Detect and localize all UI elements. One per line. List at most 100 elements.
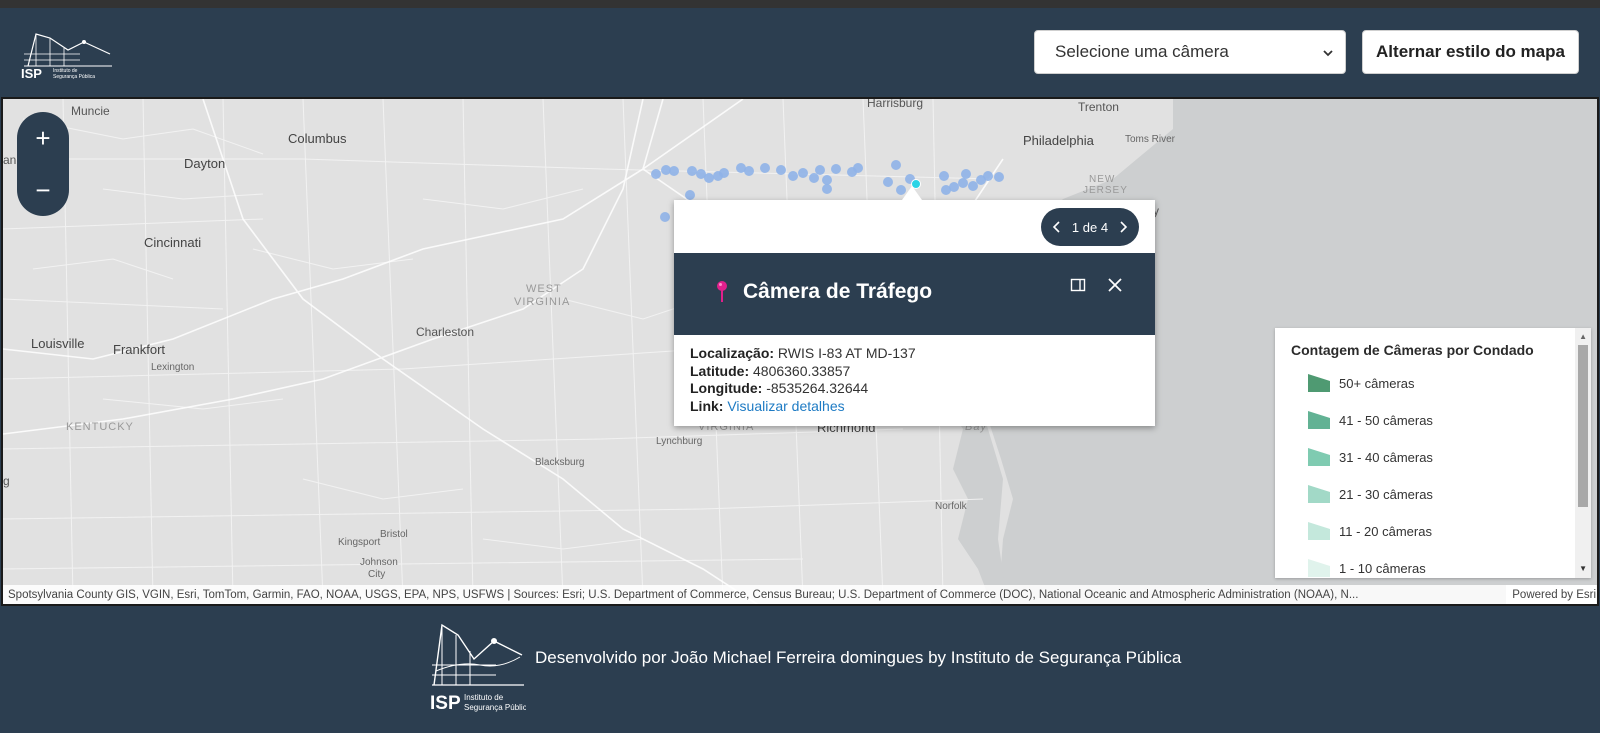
map-label-charleston: Charleston: [416, 325, 475, 339]
camera-point[interactable]: [939, 171, 949, 181]
camera-point[interactable]: [958, 178, 968, 188]
toggle-map-style-button[interactable]: Alternar estilo do mapa: [1362, 30, 1579, 74]
map-label-louisville: Louisville: [31, 336, 85, 351]
map-label-harrisburg: Harrisburg: [867, 97, 924, 110]
isp-logo: ISP Instituto de Segurança Pública: [21, 33, 112, 80]
camera-point[interactable]: [776, 165, 786, 175]
legend-item: 31 - 40 câmeras: [1307, 446, 1433, 468]
map-label-lexington: Lexington: [151, 362, 195, 373]
camera-point[interactable]: [822, 184, 832, 194]
legend-swatch: [1308, 448, 1330, 466]
camera-point[interactable]: [651, 169, 661, 179]
zoom-control: + −: [17, 112, 69, 216]
map-label-trenton: Trenton: [1078, 100, 1119, 114]
map-label-bristol: Bristol: [380, 529, 408, 540]
camera-point[interactable]: [719, 168, 729, 178]
legend-item: 11 - 20 câmeras: [1307, 520, 1432, 542]
legend-item: 41 - 50 câmeras: [1307, 409, 1433, 431]
footer-logo-abbr: ISP: [430, 693, 461, 713]
legend-scrollbar[interactable]: ▲ ▼: [1575, 328, 1591, 578]
location-label: Localização:: [690, 345, 775, 361]
popup-field-latitude: Latitude: 4806360.33857: [690, 363, 916, 381]
map-label-edge-an: an: [3, 153, 17, 167]
map-label-west-virginia-1: WEST: [526, 283, 562, 295]
dock-icon[interactable]: [1070, 277, 1086, 293]
camera-point[interactable]: [760, 163, 770, 173]
camera-point[interactable]: [744, 166, 754, 176]
logo-abbr: ISP: [21, 66, 42, 80]
camera-popup: 1 de 4 Câmera de Tráfego Localização: RW…: [674, 186, 1155, 426]
map-label-philadelphia: Philadelphia: [1023, 133, 1094, 148]
popup-field-link: Link: Visualizar detalhes: [690, 398, 916, 416]
footer-isp-logo: ISP Instituto de Segurança Pública: [430, 623, 526, 713]
attribution-text: Spotsylvania County GIS, VGIN, Esri, Tom…: [8, 589, 1359, 601]
camera-point[interactable]: [961, 169, 971, 179]
longitude-value: -8535264.32644: [766, 380, 869, 396]
legend-item: 50+ câmeras: [1307, 372, 1415, 394]
popup-pager: 1 de 4: [1041, 208, 1139, 246]
map-label-new-jersey-1: NEW: [1089, 174, 1116, 185]
camera-point[interactable]: [815, 165, 825, 175]
camera-select-value: Selecione uma câmera: [1055, 42, 1229, 61]
popup-field-longitude: Longitude: -8535264.32644: [690, 380, 916, 398]
scroll-down-icon[interactable]: ▼: [1579, 564, 1587, 573]
chevron-down-icon: [1323, 50, 1333, 57]
powered-by-esri[interactable]: Powered by Esri: [1506, 585, 1596, 604]
legend-swatch: [1308, 374, 1330, 392]
legend-panel: Contagem de Câmeras por Condado 50+ câme…: [1275, 328, 1591, 578]
link-label: Link:: [690, 397, 724, 414]
scroll-up-icon[interactable]: ▲: [1579, 332, 1587, 341]
camera-point[interactable]: [798, 168, 808, 178]
camera-point[interactable]: [660, 212, 670, 222]
popup-body: Localização: RWIS I-83 AT MD-137 Latitud…: [690, 345, 916, 415]
camera-point[interactable]: [883, 177, 893, 187]
legend-item-label: 31 - 40 câmeras: [1339, 449, 1433, 465]
latitude-label: Latitude:: [690, 362, 750, 379]
map-label-columbus: Columbus: [288, 131, 347, 146]
camera-point[interactable]: [853, 163, 863, 173]
camera-point[interactable]: [994, 172, 1004, 182]
map-label-dayton: Dayton: [184, 156, 226, 171]
map-label-lynchburg: Lynchburg: [656, 436, 703, 447]
legend-item-label: 41 - 50 câmeras: [1339, 412, 1433, 428]
legend-swatch: [1308, 559, 1330, 577]
location-value: RWIS I-83 AT MD-137: [777, 345, 916, 361]
camera-select[interactable]: Selecione uma câmera: [1034, 30, 1346, 74]
footer-logo-name-line2: Segurança Pública: [464, 703, 526, 712]
legend-item: 21 - 30 câmeras: [1307, 483, 1433, 505]
legend-item-label: 1 - 10 câmeras: [1339, 560, 1426, 576]
map-label-kingsport: Kingsport: [338, 537, 381, 548]
map-label-edge-g: g: [3, 474, 10, 488]
legend-swatch: [1308, 485, 1330, 503]
chevron-left-icon[interactable]: [1051, 220, 1063, 234]
camera-point[interactable]: [831, 164, 841, 174]
legend-swatch: [1308, 522, 1330, 540]
camera-point[interactable]: [891, 160, 901, 170]
camera-point[interactable]: [669, 166, 679, 176]
legend-scroll-thumb[interactable]: [1578, 345, 1588, 507]
logo-name-line2: Segurança Pública: [53, 74, 95, 80]
map-label-blacksburg: Blacksburg: [535, 457, 585, 468]
map-label-toms-river: Toms River: [1125, 134, 1176, 145]
legend-item-label: 21 - 30 câmeras: [1339, 486, 1433, 502]
camera-point[interactable]: [685, 190, 695, 200]
top-strip: [0, 0, 1600, 8]
footer-logo-name-line1: Instituto de: [464, 693, 504, 702]
details-link[interactable]: Visualizar detalhes: [727, 398, 844, 414]
legend-title: Contagem de Câmeras por Condado: [1291, 342, 1534, 358]
zoom-out-button[interactable]: −: [17, 164, 69, 216]
camera-point[interactable]: [788, 171, 798, 181]
camera-point[interactable]: [983, 171, 993, 181]
zoom-in-button[interactable]: +: [17, 112, 69, 164]
legend-item: 1 - 10 câmeras: [1307, 557, 1426, 578]
chevron-right-icon[interactable]: [1117, 220, 1129, 234]
map-label-johnson-city-2: City: [368, 569, 386, 580]
map-label-norfolk: Norfolk: [935, 501, 967, 512]
legend-item-label: 50+ câmeras: [1339, 375, 1415, 391]
map-view[interactable]: Muncie Columbus Dayton Cincinnati Louisv…: [1, 97, 1599, 606]
close-icon[interactable]: [1106, 276, 1124, 294]
legend-item-label: 11 - 20 câmeras: [1339, 523, 1432, 539]
popup-field-location: Localização: RWIS I-83 AT MD-137: [690, 345, 916, 363]
footer: ISP Instituto de Segurança Pública Desen…: [0, 607, 1600, 733]
longitude-label: Longitude:: [690, 380, 763, 396]
